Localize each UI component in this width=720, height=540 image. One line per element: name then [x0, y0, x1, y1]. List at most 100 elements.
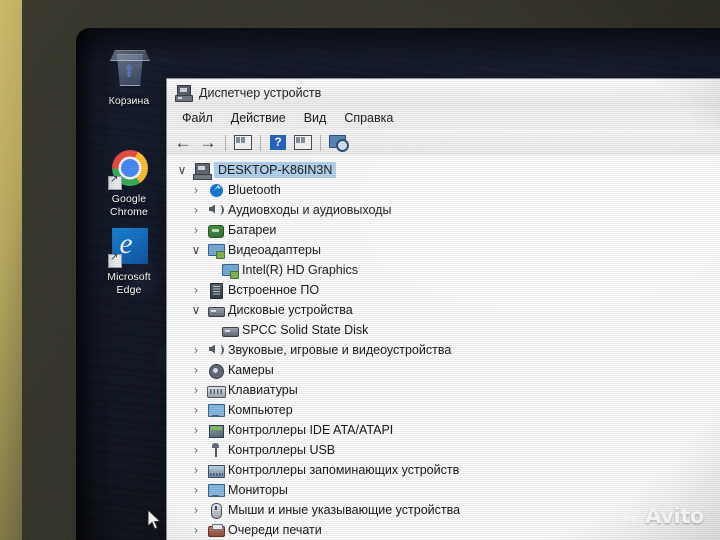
tree-item-label: Контроллеры USB — [228, 443, 336, 457]
chevron-right-icon[interactable]: › — [189, 463, 203, 477]
chevron-right-icon[interactable]: › — [189, 403, 203, 417]
tree-item-storage-controllers[interactable]: › Контроллеры запоминающих устройств — [173, 460, 720, 480]
chevron-right-icon[interactable]: › — [189, 523, 203, 537]
help-button[interactable]: ? — [267, 132, 289, 153]
desktop-icon-microsoft-edge[interactable]: e Microsoft Edge — [90, 226, 168, 296]
tree-item-usb-controllers[interactable]: › Контроллеры USB — [173, 440, 720, 460]
menu-item-file[interactable]: Файл — [173, 109, 222, 127]
tree-item-label: Мониторы — [228, 483, 288, 497]
tree-item-label: Клавиатуры — [228, 383, 298, 397]
chevron-right-icon[interactable]: › — [189, 183, 203, 197]
edge-label-line1: Microsoft — [107, 271, 151, 283]
tree-item-label: Контроллеры запоминающих устройств — [228, 463, 460, 477]
chevron-right-icon[interactable]: › — [189, 223, 203, 237]
tree-item-label: Компьютер — [228, 403, 293, 417]
monitor-icon — [207, 483, 225, 498]
laptop-photo: Корзина Google Chrome e Microsoft Edge — [0, 0, 720, 540]
tree-item-cameras[interactable]: › Камеры — [173, 360, 720, 380]
right-arrow-icon: → — [199, 132, 217, 152]
tree-item-bluetooth[interactable]: › Bluetooth — [173, 180, 720, 200]
desktop-icon-recycle-bin[interactable]: Корзина — [90, 50, 168, 108]
tree-item-batteries[interactable]: › Батареи — [173, 220, 720, 240]
tree-item-root[interactable]: ∨ DESKTOP-K86IN3N — [173, 160, 720, 180]
chevron-right-icon[interactable]: › — [189, 343, 203, 357]
scan-hardware-button[interactable] — [327, 132, 349, 153]
chevron-down-icon[interactable]: ∨ — [189, 303, 203, 317]
chevron-right-icon[interactable]: › — [189, 443, 203, 457]
tree-item-label: Мыши и иные указывающие устройства — [228, 503, 461, 517]
printer-icon — [207, 523, 225, 538]
edge-icon: e — [108, 226, 150, 268]
tree-item-label: SPCC Solid State Disk — [242, 323, 369, 337]
toolbar-separator — [320, 134, 321, 151]
update-driver-icon — [294, 135, 312, 150]
chevron-right-icon[interactable]: › — [189, 423, 203, 437]
tree-item-sound-video-game-controllers[interactable]: › Звуковые, игровые и видеоустройства — [173, 340, 720, 360]
chevron-right-icon[interactable]: › — [189, 483, 203, 497]
tree-item-label: Очереди печати — [228, 523, 322, 537]
camera-icon — [207, 363, 224, 379]
avito-watermark: Avito — [621, 504, 704, 528]
toolbar-separator — [225, 134, 226, 151]
tree-item-audio-inputs-outputs[interactable]: › Аудиовходы и аудиовыходы — [173, 200, 720, 220]
menu-item-action[interactable]: Действие — [222, 109, 295, 127]
scan-hardware-icon — [329, 135, 349, 152]
tree-item-label: Контроллеры IDE ATA/ATAPI — [228, 423, 394, 437]
shortcut-arrow-icon — [108, 252, 122, 268]
audio-icon — [207, 343, 224, 358]
tree-item-label: Аудиовходы и аудиовыходы — [228, 203, 392, 217]
desktop-icon-google-chrome[interactable]: Google Chrome — [90, 148, 168, 218]
chevron-right-icon[interactable]: › — [189, 283, 203, 297]
display-adapter-icon — [221, 263, 239, 279]
tree-item-label: Камеры — [228, 363, 274, 377]
tree-item-label: Встроенное ПО — [228, 283, 320, 297]
chrome-icon — [108, 148, 150, 190]
tree-item-intel-hd-graphics[interactable]: Intel(R) HD Graphics — [173, 260, 720, 280]
chevron-down-icon[interactable]: ∨ — [175, 163, 189, 177]
mouse-cursor — [148, 510, 162, 531]
tree-item-keyboards[interactable]: › Клавиатуры — [173, 380, 720, 400]
tree-item-display-adapters[interactable]: ∨ Видеоадаптеры — [173, 240, 720, 260]
device-tree[interactable]: ∨ DESKTOP-K86IN3N › Bluetooth › Аудиовхо… — [167, 155, 720, 540]
update-driver-button[interactable] — [292, 132, 314, 153]
tree-item-firmware[interactable]: › Встроенное ПО — [173, 280, 720, 300]
menu-bar[interactable]: Файл Действие Вид Справка — [167, 107, 720, 129]
chrome-label-line2: Chrome — [110, 205, 148, 218]
window-title-bar[interactable]: Диспетчер устройств — [167, 79, 720, 107]
chevron-right-icon[interactable]: › — [189, 503, 203, 517]
table-surface — [0, 0, 22, 540]
tree-item-disk-drives[interactable]: ∨ Дисковые устройства — [173, 300, 720, 320]
window-title: Диспетчер устройств — [199, 86, 322, 100]
recycle-bin-icon — [108, 50, 150, 92]
tree-item-computer[interactable]: › Компьютер — [173, 400, 720, 420]
tree-item-label: Bluetooth — [228, 183, 281, 197]
toolbar-separator — [260, 134, 261, 151]
ide-controller-icon — [207, 423, 224, 438]
storage-controller-icon — [207, 463, 225, 478]
display-adapter-icon — [207, 243, 225, 259]
menu-item-view[interactable]: Вид — [295, 109, 336, 127]
tree-item-spcc-ssd[interactable]: SPCC Solid State Disk — [173, 320, 720, 340]
back-button[interactable]: ← — [172, 132, 194, 153]
tree-item-label: Дисковые устройства — [228, 303, 353, 317]
laptop-screen: Корзина Google Chrome e Microsoft Edge — [76, 28, 720, 540]
chevron-right-icon[interactable]: › — [189, 203, 203, 217]
chevron-down-icon[interactable]: ∨ — [189, 243, 203, 257]
device-manager-window[interactable]: Диспетчер устройств Файл Действие Вид Сп… — [166, 78, 720, 540]
computer-icon — [193, 162, 212, 180]
edge-label-line2: Edge — [116, 283, 142, 296]
forward-button[interactable]: → — [197, 132, 219, 153]
chevron-right-icon[interactable]: › — [189, 383, 203, 397]
tree-item-ide-ata-atapi-controllers[interactable]: › Контроллеры IDE ATA/ATAPI — [173, 420, 720, 440]
chevron-right-icon[interactable]: › — [189, 363, 203, 377]
toolbar[interactable]: ← → ? — [167, 129, 720, 157]
chrome-label-line1: Google — [111, 193, 147, 205]
usb-icon — [207, 442, 224, 458]
bluetooth-icon — [207, 182, 224, 198]
disk-drive-icon — [221, 323, 239, 338]
properties-button[interactable] — [232, 132, 254, 153]
tree-item-monitors[interactable]: › Мониторы — [173, 480, 720, 500]
menu-item-help[interactable]: Справка — [335, 109, 402, 127]
tree-item-label: Звуковые, игровые и видеоустройства — [228, 343, 452, 357]
properties-icon — [234, 135, 252, 150]
